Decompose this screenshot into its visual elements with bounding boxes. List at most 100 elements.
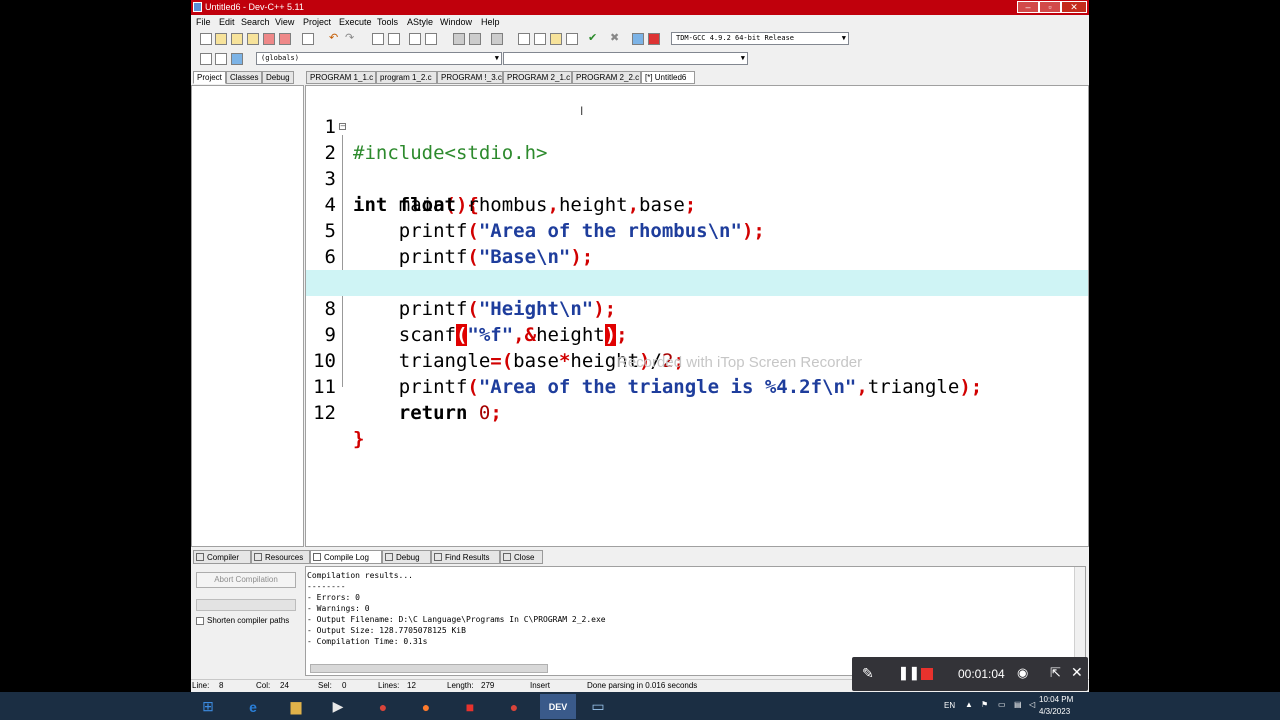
- pause-icon[interactable]: ❚❚: [898, 665, 920, 681]
- tab-compiler[interactable]: Compiler: [193, 550, 251, 564]
- status-sel-label: Sel:: [318, 681, 332, 690]
- media-player-icon[interactable]: ▶: [320, 694, 356, 719]
- menu-astyle[interactable]: AStyle: [407, 17, 433, 27]
- log-line: - Compilation Time: 0.31s: [307, 637, 428, 646]
- stop-record-icon[interactable]: [921, 668, 933, 680]
- log-horizontal-scrollbar[interactable]: [310, 664, 548, 673]
- status-length: 279: [481, 681, 495, 690]
- chrome-icon-2[interactable]: ●: [496, 694, 532, 719]
- stop-icon[interactable]: ✖: [610, 33, 622, 45]
- chart-icon[interactable]: [632, 33, 644, 45]
- window-title: Untitled6 - Dev-C++ 5.11: [205, 2, 304, 12]
- tab-close-label: Close: [514, 553, 535, 562]
- toggle-icon[interactable]: [215, 53, 227, 65]
- compile-run-icon[interactable]: [550, 33, 562, 45]
- comment-icon[interactable]: [491, 33, 503, 45]
- main-toolbar: ↶ ↷ ✔ ✖ TDM-GCC 4.9.2 64-bit Release ▼: [191, 30, 1089, 48]
- recorder-watermark: Recorded with iTop Screen Recorder: [617, 354, 863, 371]
- recorder-app-icon[interactable]: ■: [452, 694, 488, 719]
- firefox-icon[interactable]: ●: [408, 694, 444, 719]
- camera-icon[interactable]: ◉: [1017, 665, 1028, 681]
- menu-edit[interactable]: Edit: [219, 17, 235, 27]
- tab-classes[interactable]: Classes: [226, 71, 263, 84]
- check-syntax-icon[interactable]: ✔: [588, 33, 600, 45]
- insert-icon[interactable]: [200, 53, 212, 65]
- code-text: return 0;: [398, 402, 502, 424]
- tab-program-2-1[interactable]: PROGRAM 2_1.c: [503, 71, 572, 84]
- clock-time[interactable]: 10:04 PM: [1039, 695, 1073, 704]
- code-line: 9 triangle=(base*height)/2;: [306, 296, 1088, 372]
- goto-icon[interactable]: [231, 53, 243, 65]
- bookmark-prev-icon[interactable]: [453, 33, 465, 45]
- tab-compile-log[interactable]: Compile Log: [310, 550, 382, 564]
- rebuild-icon[interactable]: [566, 33, 578, 45]
- compiler-select[interactable]: TDM-GCC 4.9.2 64-bit Release ▼: [671, 32, 849, 45]
- menu-view[interactable]: View: [275, 17, 294, 27]
- clock-date[interactable]: 4/3/2023: [1039, 707, 1070, 716]
- pen-icon[interactable]: ✎: [862, 665, 874, 682]
- redo-icon[interactable]: ↷: [345, 33, 357, 45]
- window-app-icon[interactable]: ▭: [580, 694, 616, 719]
- menu-execute[interactable]: Execute: [339, 17, 372, 27]
- print-icon[interactable]: [302, 33, 314, 45]
- open-file-icon[interactable]: [215, 33, 227, 45]
- tab-debug-bottom[interactable]: Debug: [382, 550, 431, 564]
- menu-help[interactable]: Help: [481, 17, 500, 27]
- tab-program-1-2[interactable]: program 1_2.c: [376, 71, 437, 84]
- find-icon[interactable]: [372, 33, 384, 45]
- debug-icon[interactable]: [648, 33, 660, 45]
- close-recorder-icon[interactable]: ✕: [1071, 664, 1083, 681]
- menu-project[interactable]: Project: [303, 17, 331, 27]
- code-editor[interactable]: 1 #include<stdio.h> 2 − int main(){ 3 fl…: [305, 85, 1089, 547]
- fold-toggle-icon[interactable]: −: [339, 123, 346, 130]
- indent-icon[interactable]: [425, 33, 437, 45]
- tab-untitled6[interactable]: [*] Untitled6: [641, 71, 695, 84]
- tab-find-results[interactable]: Find Results: [431, 550, 500, 564]
- abort-compilation-button[interactable]: Abort Compilation: [196, 572, 296, 588]
- scope-select[interactable]: (globals) ▼: [256, 52, 502, 65]
- close-file-icon[interactable]: [263, 33, 275, 45]
- replace-icon[interactable]: [388, 33, 400, 45]
- undo-icon[interactable]: ↶: [329, 33, 341, 45]
- recording-timer: 00:01:04: [958, 667, 1005, 681]
- menu-window[interactable]: Window: [440, 17, 472, 27]
- close-window-button[interactable]: ✕: [1061, 1, 1087, 13]
- tab-program-1-3[interactable]: PROGRAM !_3.c: [437, 71, 503, 84]
- goto-line-icon[interactable]: [409, 33, 421, 45]
- tab-debug[interactable]: Debug: [262, 71, 294, 84]
- bookmark-next-icon[interactable]: [469, 33, 481, 45]
- close-all-icon[interactable]: [279, 33, 291, 45]
- new-file-icon[interactable]: [200, 33, 212, 45]
- tab-program-2-2[interactable]: PROGRAM 2_2.c: [572, 71, 641, 84]
- tab-close[interactable]: Close: [500, 550, 543, 564]
- tab-program-1-1[interactable]: PROGRAM 1_1.c: [306, 71, 376, 84]
- run-icon[interactable]: [534, 33, 546, 45]
- devcpp-taskbar-icon[interactable]: DEV: [540, 694, 576, 719]
- menu-file[interactable]: File: [196, 17, 211, 27]
- display-icon[interactable]: ▭: [998, 700, 1006, 709]
- tray-arrow-icon[interactable]: ▲: [965, 700, 973, 709]
- log-line: - Errors: 0: [307, 593, 360, 602]
- minimize-button[interactable]: –: [1017, 1, 1039, 13]
- app-icon: [193, 2, 202, 12]
- save-icon[interactable]: [231, 33, 243, 45]
- volume-icon[interactable]: ◁: [1029, 700, 1035, 709]
- ie-icon[interactable]: e: [235, 694, 271, 719]
- export-icon[interactable]: ⇱: [1050, 665, 1061, 681]
- flag-icon[interactable]: ⚑: [981, 700, 988, 709]
- menu-search[interactable]: Search: [241, 17, 270, 27]
- tab-resources[interactable]: Resources: [251, 550, 310, 564]
- maximize-button[interactable]: ▫: [1039, 1, 1061, 13]
- member-select[interactable]: ▼: [503, 52, 748, 65]
- folder-icon[interactable]: ▆: [278, 694, 314, 719]
- compile-icon[interactable]: [518, 33, 530, 45]
- menu-tools[interactable]: Tools: [377, 17, 398, 27]
- network-icon[interactable]: ▤: [1014, 700, 1022, 709]
- save-all-icon[interactable]: [247, 33, 259, 45]
- language-indicator[interactable]: EN: [944, 701, 955, 710]
- shorten-paths-checkbox[interactable]: [196, 617, 204, 625]
- start-button-icon[interactable]: ⊞: [190, 694, 226, 719]
- tab-project[interactable]: Project: [193, 71, 226, 84]
- chevron-down-icon: ▼: [740, 54, 745, 62]
- chrome-icon[interactable]: ●: [365, 694, 401, 719]
